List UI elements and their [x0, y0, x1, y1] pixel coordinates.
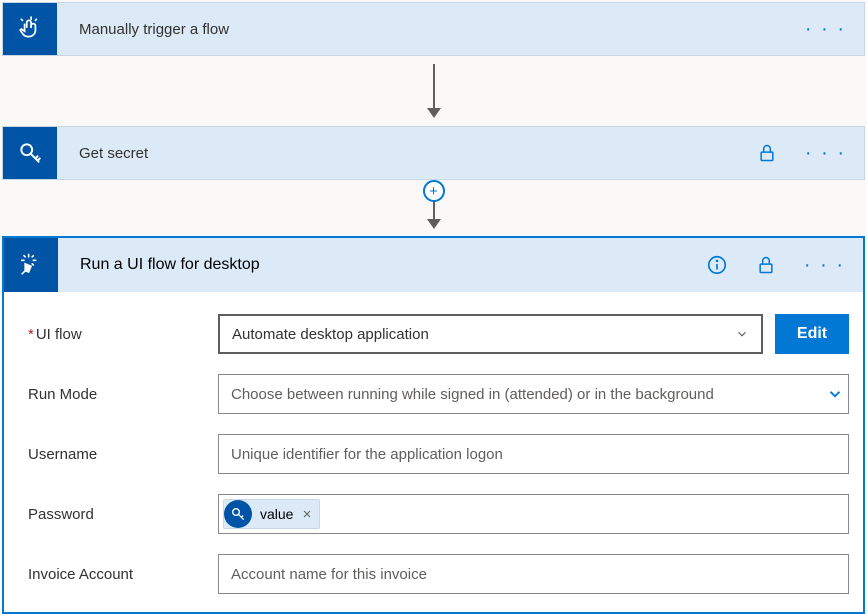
label-username: Username	[28, 446, 218, 463]
label-ui-flow: *UI flow	[28, 326, 218, 343]
step-run-ui-flow: Run a UI flow for desktop · · · *UI flow	[2, 236, 865, 614]
token-remove[interactable]	[301, 508, 313, 520]
add-step-button[interactable]: +	[423, 180, 445, 202]
row-username: Username	[28, 434, 849, 474]
step-body: *UI flow Automate desktop application Ed…	[4, 292, 863, 612]
step-title: Run a UI flow for desktop	[58, 256, 706, 274]
connector	[2, 56, 865, 126]
step-title: Manually trigger a flow	[57, 21, 805, 38]
tap-icon	[3, 3, 57, 55]
chevron-down-icon	[735, 327, 749, 341]
keyvault-icon	[224, 500, 252, 528]
password-input[interactable]: value	[218, 494, 849, 534]
token-label: value	[260, 506, 293, 522]
edit-button[interactable]: Edit	[775, 314, 849, 354]
lock-icon[interactable]	[757, 143, 777, 163]
username-input[interactable]	[218, 434, 849, 474]
uiflow-dropdown[interactable]: Automate desktop application	[218, 314, 763, 354]
step-header[interactable]: Run a UI flow for desktop · · ·	[4, 236, 863, 292]
label-password: Password	[28, 506, 218, 523]
placeholder: Choose between running while signed in (…	[231, 386, 714, 403]
lock-icon[interactable]	[756, 255, 776, 275]
runmode-dropdown[interactable]: Choose between running while signed in (…	[218, 374, 849, 414]
dynamic-token[interactable]: value	[223, 499, 320, 529]
row-run-mode: Run Mode Choose between running while si…	[28, 374, 849, 414]
step-manual-trigger[interactable]: Manually trigger a flow · · ·	[2, 2, 865, 56]
info-icon[interactable]	[706, 254, 728, 276]
keyvault-icon	[3, 127, 57, 179]
invoice-account-input[interactable]	[218, 554, 849, 594]
label-run-mode: Run Mode	[28, 386, 218, 403]
row-password: Password value	[28, 494, 849, 534]
step-title: Get secret	[57, 145, 757, 162]
chevron-down-icon	[826, 385, 844, 403]
label-invoice-account: Invoice Account	[28, 566, 218, 583]
uiflow-icon	[4, 238, 58, 292]
row-invoice-account: Invoice Account	[28, 554, 849, 594]
connector: +	[2, 180, 865, 236]
dropdown-value: Automate desktop application	[232, 326, 429, 343]
step-get-secret[interactable]: Get secret · · ·	[2, 126, 865, 180]
row-ui-flow: *UI flow Automate desktop application Ed…	[28, 314, 849, 354]
